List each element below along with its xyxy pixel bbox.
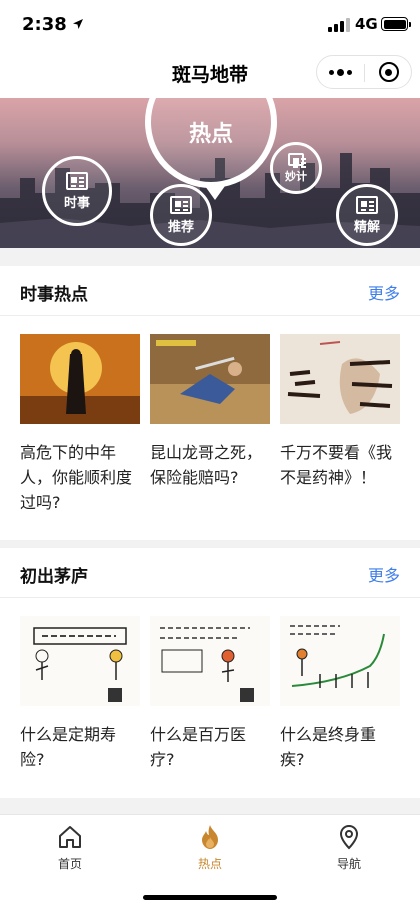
tab-home[interactable]: 首页 (30, 823, 110, 872)
article-card[interactable]: 昆山龙哥之死，保险能赔吗? (150, 334, 270, 490)
battery-icon (381, 17, 411, 31)
article-title: 昆山龙哥之死，保险能赔吗? (150, 443, 263, 487)
article-title: 什么是百万医疗? (150, 725, 247, 769)
article-thumbnail (280, 616, 400, 706)
home-indicator (143, 895, 277, 900)
article-card[interactable]: 千万不要看《我不是药神》！ (280, 334, 400, 490)
section-gap (0, 798, 420, 814)
article-thumbnail (20, 616, 140, 706)
banner-bubble-recommend[interactable]: 推荐 (150, 184, 212, 246)
article-card[interactable]: 什么是定期寿险? (20, 616, 140, 772)
section-hot-news: 时事热点 更多 高危下的中年人，你能顺利度过吗? 昆山龙哥之死，保险能赔吗? 千… (0, 266, 420, 540)
banner-center-label: 热点 (188, 122, 233, 147)
article-thumbnail (150, 334, 270, 424)
article-card[interactable]: 什么是终身重疾? (280, 616, 400, 772)
article-card[interactable]: 什么是百万医疗? (150, 616, 270, 772)
more-options-button[interactable] (317, 56, 364, 88)
section-beginner: 初出茅庐 更多 什么是定期寿险? 什么是百万医疗? 什么是终身重疾? (0, 548, 420, 798)
section-title: 时事热点 (20, 285, 88, 305)
article-title: 什么是定期寿险? (20, 725, 117, 769)
banner-bubble-explain[interactable]: 精解 (336, 184, 398, 246)
article-card[interactable]: 高危下的中年人，你能顺利度过吗? (20, 334, 140, 515)
signal-icon (328, 18, 350, 32)
tab-label: 首页 (57, 857, 82, 871)
section-header: 时事热点 更多 (0, 266, 420, 316)
tab-label: 热点 (197, 857, 222, 871)
article-title: 高危下的中年人，你能顺利度过吗? (20, 443, 133, 512)
article-thumbnail (280, 334, 400, 424)
status-time: 2:38 (22, 14, 67, 35)
more-link[interactable]: 更多 (368, 280, 400, 304)
tab-hotspot[interactable]: 热点 (170, 823, 250, 872)
section-title: 初出茅庐 (20, 567, 88, 587)
mini-program-capsule (316, 55, 412, 89)
flame-icon (202, 825, 218, 849)
status-bar: 2:38 4G (0, 0, 420, 48)
close-mini-program-button[interactable] (365, 56, 412, 88)
section-header: 初出茅庐 更多 (0, 548, 420, 598)
tab-label: 导航 (336, 857, 361, 871)
location-arrow-icon (73, 19, 83, 29)
more-link[interactable]: 更多 (368, 562, 400, 586)
location-pin-icon (339, 824, 359, 850)
banner-bubble-news[interactable]: 时事 (42, 156, 112, 226)
document-icon (288, 152, 306, 166)
article-thumbnail (20, 334, 140, 424)
document-icon (170, 195, 192, 214)
document-icon (356, 195, 378, 214)
banner-bubble-tips[interactable]: 妙计 (270, 142, 322, 194)
article-title: 千万不要看《我不是药神》！ (280, 443, 393, 487)
close-target-icon (378, 62, 399, 82)
hero-banner[interactable]: 热点 时事 推荐 妙计 精解 (0, 98, 420, 248)
nav-bar: 斑马地带 (0, 48, 420, 98)
article-thumbnail (150, 616, 270, 706)
section-gap (0, 248, 420, 266)
document-icon (66, 171, 88, 190)
home-icon (59, 826, 81, 848)
network-type: 4G (355, 15, 378, 33)
tab-navigation[interactable]: 导航 (309, 823, 389, 872)
article-title: 什么是终身重疾? (280, 725, 377, 769)
